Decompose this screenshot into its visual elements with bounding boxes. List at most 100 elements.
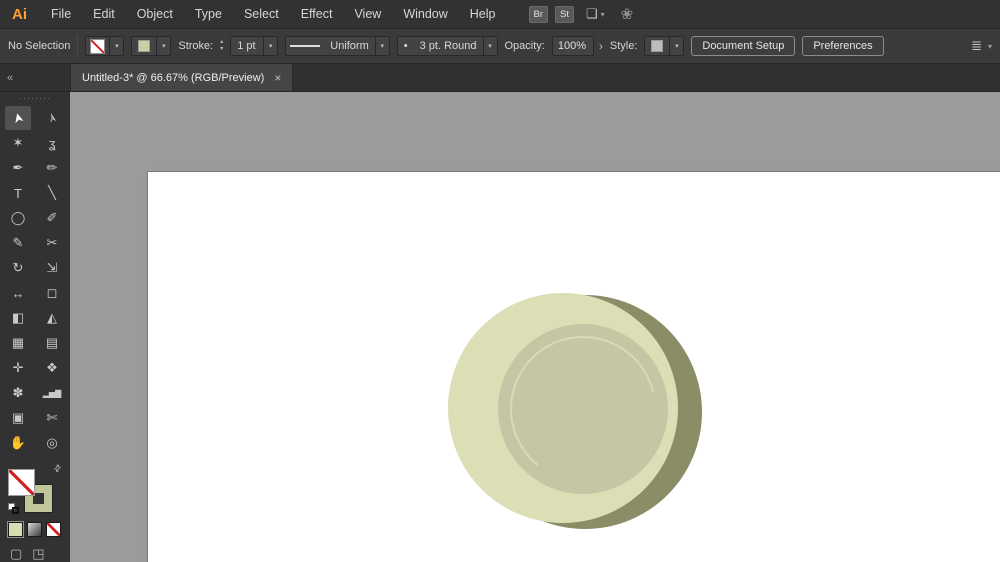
menu-effect[interactable]: Effect [290, 0, 344, 28]
gradient-tool[interactable]: ▤ [39, 331, 65, 355]
scissors-tool[interactable]: ✂ [39, 231, 65, 255]
coin-highlight-arc [510, 336, 656, 482]
panel-drag-handle[interactable]: ········ [19, 94, 51, 103]
width-profile-value[interactable]: Uniform [324, 40, 375, 52]
chevron-down-icon[interactable]: ▾ [156, 37, 170, 55]
chevron-down-icon[interactable]: ▾ [109, 37, 123, 55]
pen-tool[interactable]: ✒ [5, 156, 31, 180]
menu-file[interactable]: File [40, 0, 82, 28]
menu-select[interactable]: Select [233, 0, 290, 28]
collapse-panel-icon[interactable]: « [7, 72, 13, 84]
zoom-tool-icon: ◎ [46, 435, 58, 450]
stroke-label[interactable]: Stroke: [178, 40, 213, 52]
tools-grid: ➤ ➢ ✶ ʓ ✒ ✏ T ╲ ◯ ✐ ✎ ✂ ↻ ⇲ ↔ ◻ ◧ ◭ ▦ ▤ ✛ ❖ ✽ ▂▅▇ ▣ ✄ ✋ ◎ [5, 106, 65, 455]
stroke-weight-value[interactable]: 1 pt [231, 40, 263, 52]
color-button[interactable] [7, 521, 24, 538]
menu-view[interactable]: View [343, 0, 392, 28]
close-icon[interactable]: × [274, 71, 281, 85]
slice-tool[interactable]: ✄ [39, 406, 65, 430]
document-tab-title[interactable]: Untitled-3* @ 66.67% (RGB/Preview) [82, 72, 264, 84]
menu-window[interactable]: Window [392, 0, 458, 28]
opacity-value[interactable]: 100% [558, 40, 586, 52]
align-icon[interactable]: ≣ [971, 38, 982, 54]
hand-tool[interactable]: ✋ [5, 431, 31, 455]
stock-badge-icon[interactable]: St [555, 5, 574, 23]
stroke-color-dropdown[interactable]: ▾ [131, 36, 172, 56]
scale-tool[interactable]: ⇲ [39, 256, 65, 280]
ellipse-tool[interactable]: ◯ [5, 206, 31, 230]
free-transform-tool[interactable]: ◻ [39, 281, 65, 305]
artboard[interactable] [148, 172, 1000, 562]
draw-behind-mode-icon[interactable]: ◳ [32, 546, 44, 562]
preferences-button[interactable]: Preferences [802, 36, 884, 56]
stroke-weight-dropdown[interactable]: 1 pt ▾ [230, 36, 279, 56]
menu-help[interactable]: Help [459, 0, 507, 28]
hand-tool-icon: ✋ [9, 435, 27, 450]
fill-color-dropdown[interactable]: ▾ [85, 36, 125, 56]
magic-wand-tool-icon: ✶ [12, 135, 24, 150]
symbol-sprayer-tool-icon: ✽ [12, 385, 24, 400]
menu-edit[interactable]: Edit [82, 0, 126, 28]
align-dropdown[interactable]: ≣ ▾ [971, 38, 992, 54]
document-tab[interactable]: Untitled-3* @ 66.67% (RGB/Preview) × [70, 64, 294, 91]
chevron-down-icon[interactable]: ▾ [669, 37, 683, 55]
fill-swatch[interactable] [8, 469, 35, 496]
workspace-chevron-icon[interactable]: ▾ [601, 10, 605, 19]
stroke-color-swatch[interactable] [138, 40, 151, 52]
paintbrush-tool[interactable]: ✐ [39, 206, 65, 230]
ellipse-tool-icon: ◯ [10, 210, 26, 225]
chevron-down-icon[interactable]: ▾ [988, 42, 992, 51]
document-setup-button[interactable]: Document Setup [691, 36, 796, 56]
selection-tool[interactable]: ➤ [5, 106, 31, 130]
artboard-tool[interactable]: ▣ [5, 406, 31, 430]
artboard-tool-icon: ▣ [11, 410, 25, 425]
flower-icon[interactable]: ❀ [621, 5, 634, 23]
lasso-tool[interactable]: ʓ [39, 131, 65, 155]
zoom-tool[interactable]: ◎ [39, 431, 65, 455]
brush-value[interactable]: 3 pt. Round [414, 40, 483, 52]
lasso-tool-icon: ʓ [48, 135, 56, 151]
stepper-down-icon[interactable]: ▾ [220, 46, 223, 53]
symbol-sprayer-tool[interactable]: ✽ [5, 381, 31, 405]
perspective-grid-tool[interactable]: ◭ [39, 306, 65, 330]
swap-fill-stroke-icon[interactable]: ⇄ [52, 462, 65, 475]
line-segment-tool[interactable]: ╲ [39, 181, 65, 205]
column-graph-tool[interactable]: ▂▅▇ [39, 381, 65, 405]
direct-selection-tool[interactable]: ➢ [39, 106, 65, 130]
style-swatch[interactable] [651, 40, 664, 52]
variable-width-profile-dropdown[interactable]: Uniform ▾ [285, 36, 390, 56]
mesh-tool[interactable]: ▦ [5, 331, 31, 355]
stepper-up-icon[interactable]: ▴ [220, 39, 223, 46]
menu-object[interactable]: Object [126, 0, 184, 28]
stroke-weight-stepper[interactable]: ▴ ▾ [220, 39, 223, 53]
opacity-input[interactable]: 100% [551, 36, 594, 56]
shape-builder-tool-icon: ◧ [11, 310, 25, 325]
shape-builder-tool[interactable]: ◧ [5, 306, 31, 330]
workspace-switcher-icon[interactable]: ❏ [586, 6, 598, 22]
blend-tool[interactable]: ❖ [39, 356, 65, 380]
bridge-badge-icon[interactable]: Br [528, 5, 548, 23]
canvas[interactable] [70, 92, 1000, 562]
menu-type[interactable]: Type [184, 0, 233, 28]
width-tool[interactable]: ↔ [5, 281, 31, 305]
default-fill-stroke-icon[interactable] [8, 503, 20, 515]
none-button[interactable] [46, 522, 61, 537]
chevron-right-icon[interactable]: › [599, 39, 603, 53]
brush-definition-dropdown[interactable]: • 3 pt. Round ▾ [396, 36, 498, 56]
graphic-style-dropdown[interactable]: ▾ [644, 36, 685, 56]
chevron-down-icon[interactable]: ▾ [482, 37, 497, 55]
rotate-tool[interactable]: ↻ [5, 256, 31, 280]
opacity-label[interactable]: Opacity: [505, 40, 545, 52]
gradient-button[interactable] [27, 522, 42, 537]
curvature-tool[interactable]: ✏ [39, 156, 65, 180]
fill-none-swatch[interactable] [90, 38, 106, 54]
pencil-tool[interactable]: ✎ [5, 231, 31, 255]
curvature-tool-icon: ✏ [46, 160, 58, 175]
eyedropper-tool[interactable]: ✛ [5, 356, 31, 380]
draw-normal-mode-icon[interactable]: ▢ [10, 546, 22, 562]
chevron-down-icon[interactable]: ▾ [374, 37, 389, 55]
magic-wand-tool[interactable]: ✶ [5, 131, 31, 155]
chevron-down-icon[interactable]: ▾ [263, 37, 277, 55]
type-tool[interactable]: T [5, 181, 31, 205]
width-profile-preview [290, 45, 321, 47]
